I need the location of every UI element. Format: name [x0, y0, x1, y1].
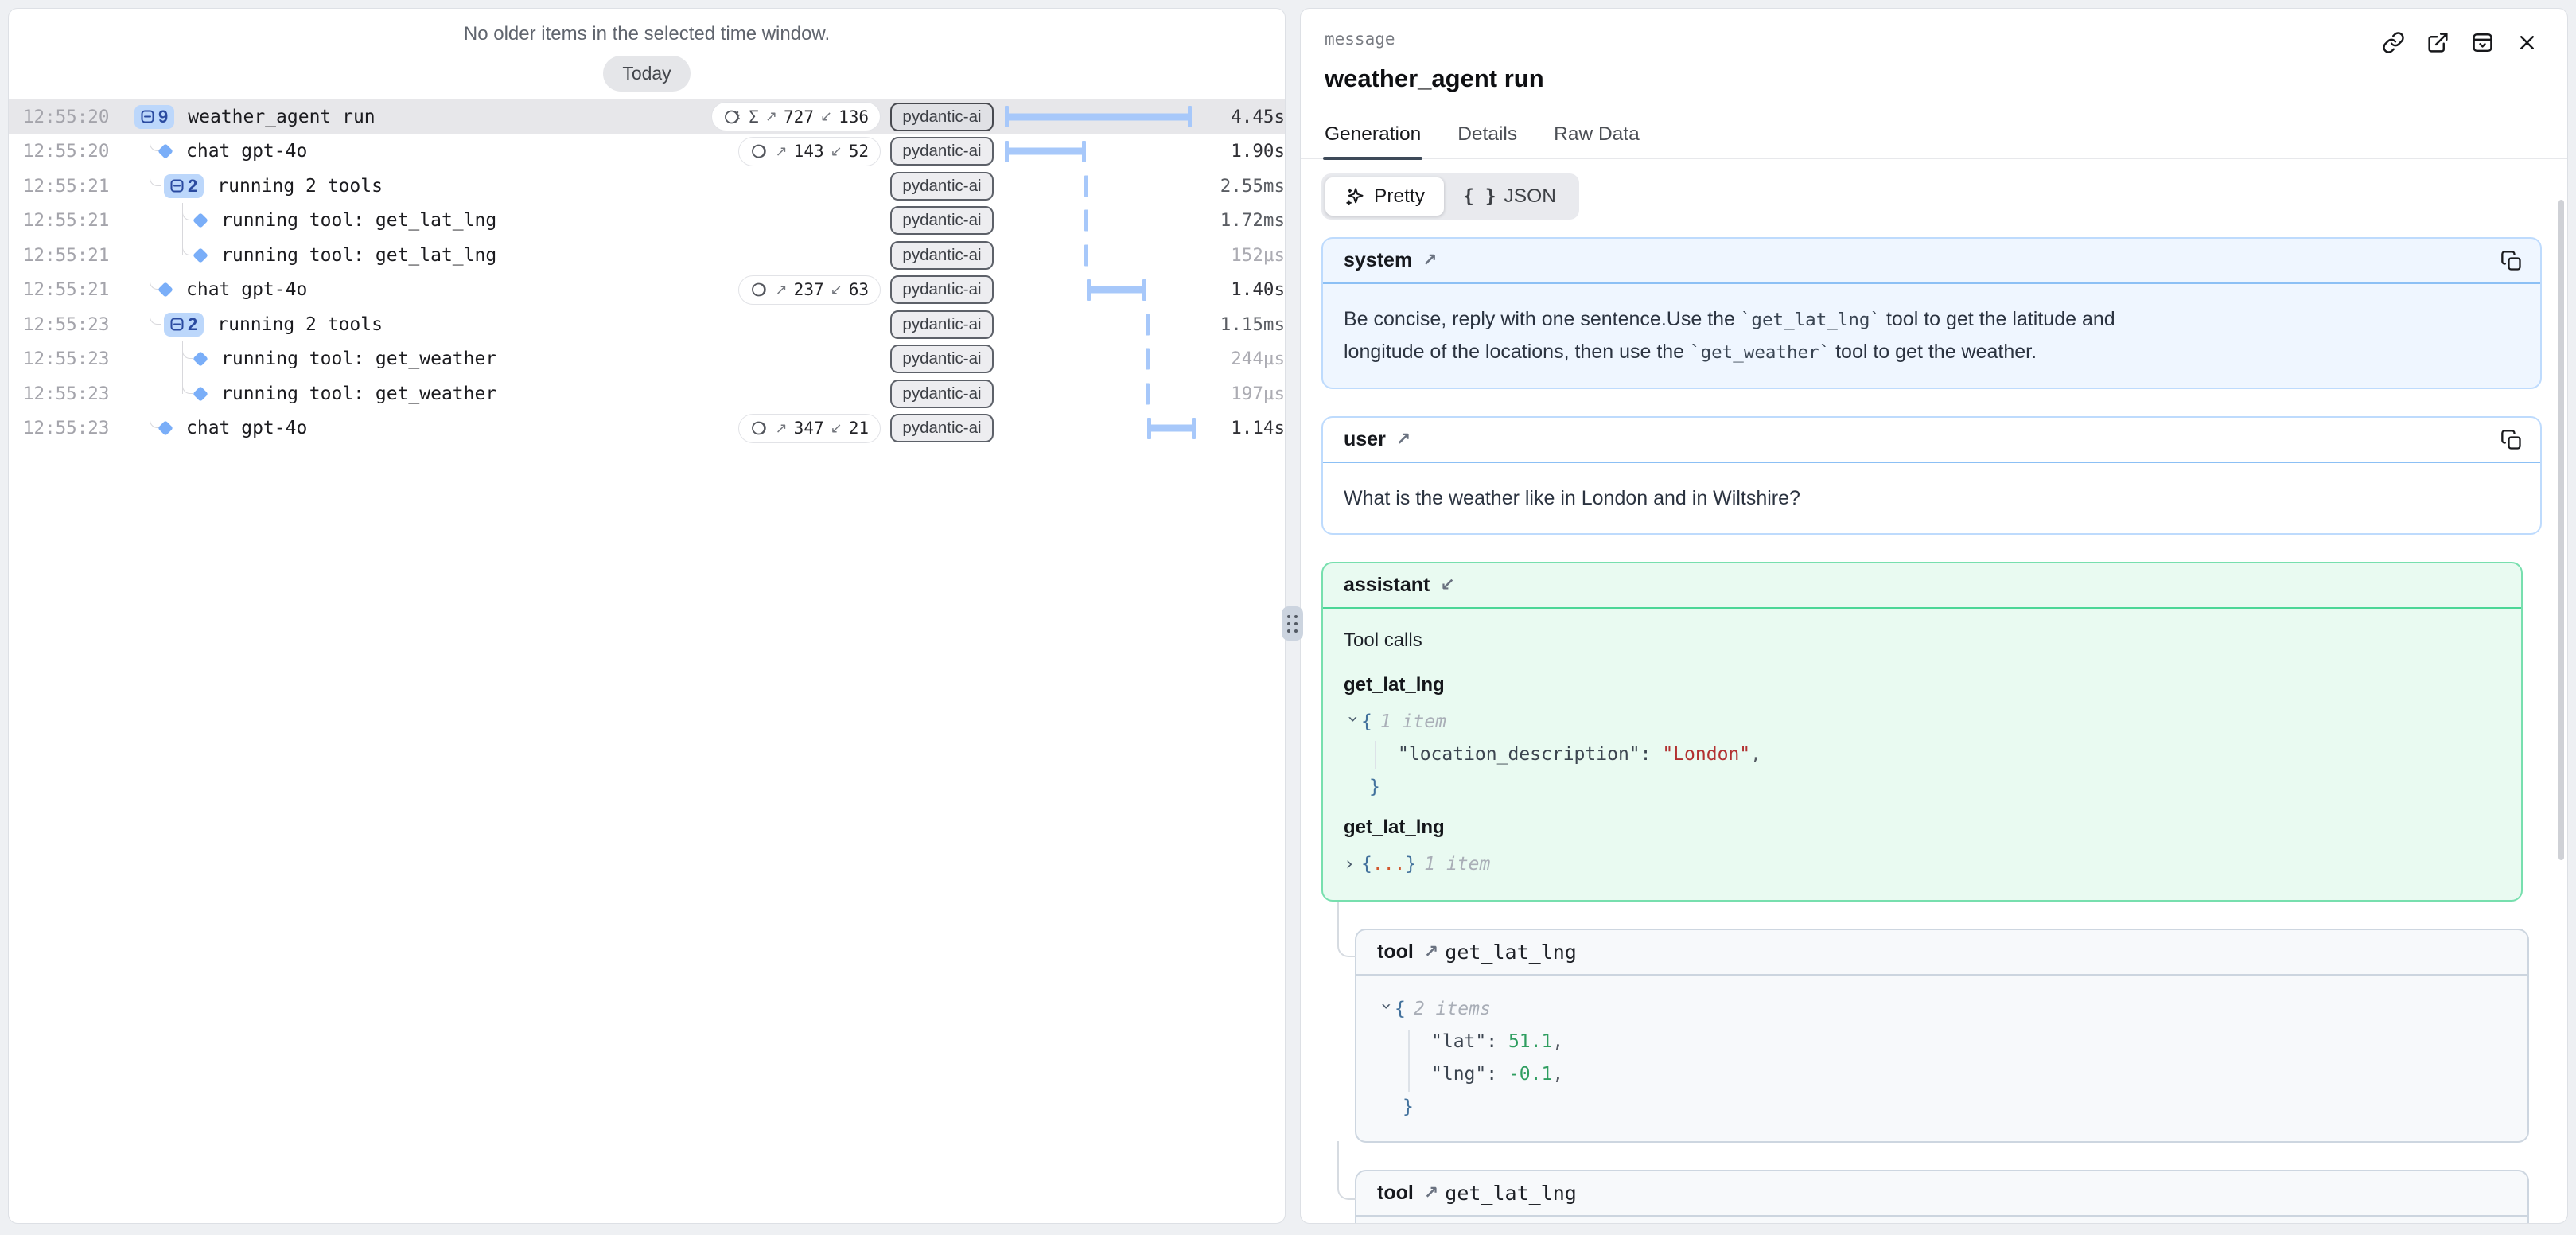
timeline-bar — [1146, 314, 1150, 335]
message-role-header: tool ↗ get_lat_lng — [1356, 930, 2527, 974]
panel-title: weather_agent run — [1325, 64, 2543, 93]
today-button[interactable]: Today — [603, 56, 690, 92]
span-label: chat gpt-4o — [186, 279, 307, 300]
timeline-track — [1005, 169, 1196, 204]
tool-call-name: get_lat_lng — [1344, 669, 2500, 701]
span-diamond-icon — [193, 351, 208, 367]
system-prompt-text: Be concise, reply with one sentence.Use … — [1323, 282, 2540, 388]
trace-panel: No older items in the selected time wind… — [8, 8, 1286, 1224]
span-label: running 2 tools — [217, 314, 383, 335]
minus-square-icon — [170, 318, 184, 331]
timeline-track — [1005, 342, 1196, 377]
span-diamond-icon — [193, 212, 208, 228]
arrow-up-right-icon: ↗ — [1422, 251, 1437, 271]
span-label: chat gpt-4o — [186, 141, 307, 162]
tool-call-args-json-collapsed: ›{...}1 item — [1344, 848, 2500, 881]
span-label: chat gpt-4o — [186, 418, 307, 438]
message-block-assistant: assistant ↙ Tool calls get_lat_lng ›{1 i… — [1321, 562, 2523, 902]
span-label: weather_agent run — [188, 107, 375, 127]
tool-name: get_lat_lng — [1445, 941, 1577, 964]
timeline-bar — [1087, 286, 1146, 294]
collapse-badge[interactable]: 9 — [134, 105, 174, 129]
detail-tabs: Generation Details Raw Data — [1301, 123, 2567, 159]
message-role-header: assistant ↙ — [1323, 563, 2521, 607]
timeline-bar — [1147, 425, 1196, 432]
timeline-track — [1005, 376, 1196, 411]
message-role-header: system ↗ — [1323, 239, 2540, 282]
arrow-up-right-icon: ↗ — [1424, 942, 1438, 962]
span-label: running tool: get_lat_lng — [221, 245, 496, 266]
user-message-text: What is the weather like in London and i… — [1323, 462, 2540, 533]
tab-generation[interactable]: Generation — [1325, 123, 1421, 158]
span-label: running tool: get_lat_lng — [221, 210, 496, 231]
timeline-bar — [1146, 349, 1150, 370]
message-role-header: user ↗ — [1323, 418, 2540, 462]
minus-square-icon — [170, 179, 184, 193]
span-diamond-icon — [193, 247, 208, 263]
open-external-icon[interactable] — [2426, 31, 2450, 54]
timeline-bar — [1005, 148, 1086, 155]
trace-rows: 12:55:20 9 weather_agent run Σ ↗727 ↙136… — [9, 99, 1285, 446]
copy-icon[interactable] — [2500, 429, 2523, 451]
message-block-tool: tool ↗ get_lat_lng ›{2 items "lat": 51.1… — [1355, 929, 2529, 1143]
timeline-track — [1005, 411, 1196, 446]
copy-icon[interactable] — [2500, 250, 2523, 272]
json-view-button[interactable]: { } JSON — [1444, 177, 1575, 216]
braces-icon: { } — [1463, 186, 1496, 207]
sparkles-icon — [1344, 186, 1366, 208]
span-label: running tool: get_weather — [221, 384, 496, 404]
timeline-track — [1005, 273, 1196, 308]
span-diamond-icon — [158, 143, 173, 159]
panel-resize-handle[interactable] — [1282, 606, 1303, 641]
tool-call-name: get_lat_lng — [1344, 812, 2500, 843]
collapse-badge[interactable]: 2 — [164, 313, 204, 337]
span-label: running 2 tools — [217, 176, 383, 197]
pretty-view-button[interactable]: Pretty — [1325, 177, 1444, 216]
tool-name: get_lat_lng — [1445, 1182, 1577, 1205]
message-block-system: system ↗ Be concise, reply with one sent… — [1321, 237, 2542, 389]
message-role-header: tool ↗ get_lat_lng — [1356, 1171, 2527, 1215]
tab-raw-data[interactable]: Raw Data — [1554, 123, 1640, 158]
timeline-track — [1005, 134, 1196, 169]
timeline-track — [1005, 238, 1196, 273]
tool-result-json: ›{2 items "lat": 51.1, "lng": -0.1, } — [1377, 993, 2507, 1124]
detail-panel: message weather_agent run Generation Det… — [1300, 8, 2568, 1224]
scrollbar-thumb[interactable] — [2558, 200, 2564, 860]
expand-caret-icon[interactable]: › — [1344, 848, 1361, 881]
copy-link-icon[interactable] — [2382, 31, 2405, 54]
arrow-up-right-icon: ↗ — [1396, 430, 1411, 450]
minus-square-icon — [141, 110, 154, 123]
timeline-bar — [1084, 244, 1088, 266]
timeline-bar — [1084, 210, 1088, 232]
view-toggle: Pretty { } JSON — [1321, 173, 1579, 220]
span-diamond-icon — [193, 386, 208, 402]
timeline-bar — [1084, 175, 1088, 197]
grip-dots-icon — [1287, 615, 1298, 633]
collapse-badge[interactable]: 2 — [164, 174, 204, 198]
tool-calls-heading: Tool calls — [1344, 625, 2500, 656]
panel-kind-label: message — [1325, 29, 2543, 49]
timeline-track — [1005, 99, 1196, 134]
arrow-up-right-icon: ↗ — [1424, 1183, 1438, 1203]
tool-call-args-json: ›{1 item "location_description": "London… — [1344, 706, 2500, 804]
timeline-track — [1005, 204, 1196, 239]
message-block-user: user ↗ What is the weather like in Londo… — [1321, 416, 2542, 535]
tab-details[interactable]: Details — [1457, 123, 1517, 158]
empty-window-notice: No older items in the selected time wind… — [9, 23, 1285, 45]
message-block-tool: tool ↗ get_lat_lng ›{2 items — [1355, 1170, 2529, 1224]
collapse-caret-icon[interactable]: › — [1337, 714, 1369, 731]
span-label: running tool: get_weather — [221, 349, 496, 369]
collapse-caret-icon[interactable]: › — [1370, 1001, 1403, 1019]
timeline-bar — [1146, 383, 1150, 404]
span-diamond-icon — [158, 282, 173, 298]
dock-panel-icon[interactable] — [2471, 31, 2494, 54]
span-diamond-icon — [158, 420, 173, 436]
timeline-bar — [1005, 113, 1192, 120]
close-icon[interactable] — [2516, 31, 2539, 54]
arrow-down-left-icon: ↙ — [1440, 575, 1454, 595]
timeline-track — [1005, 307, 1196, 342]
